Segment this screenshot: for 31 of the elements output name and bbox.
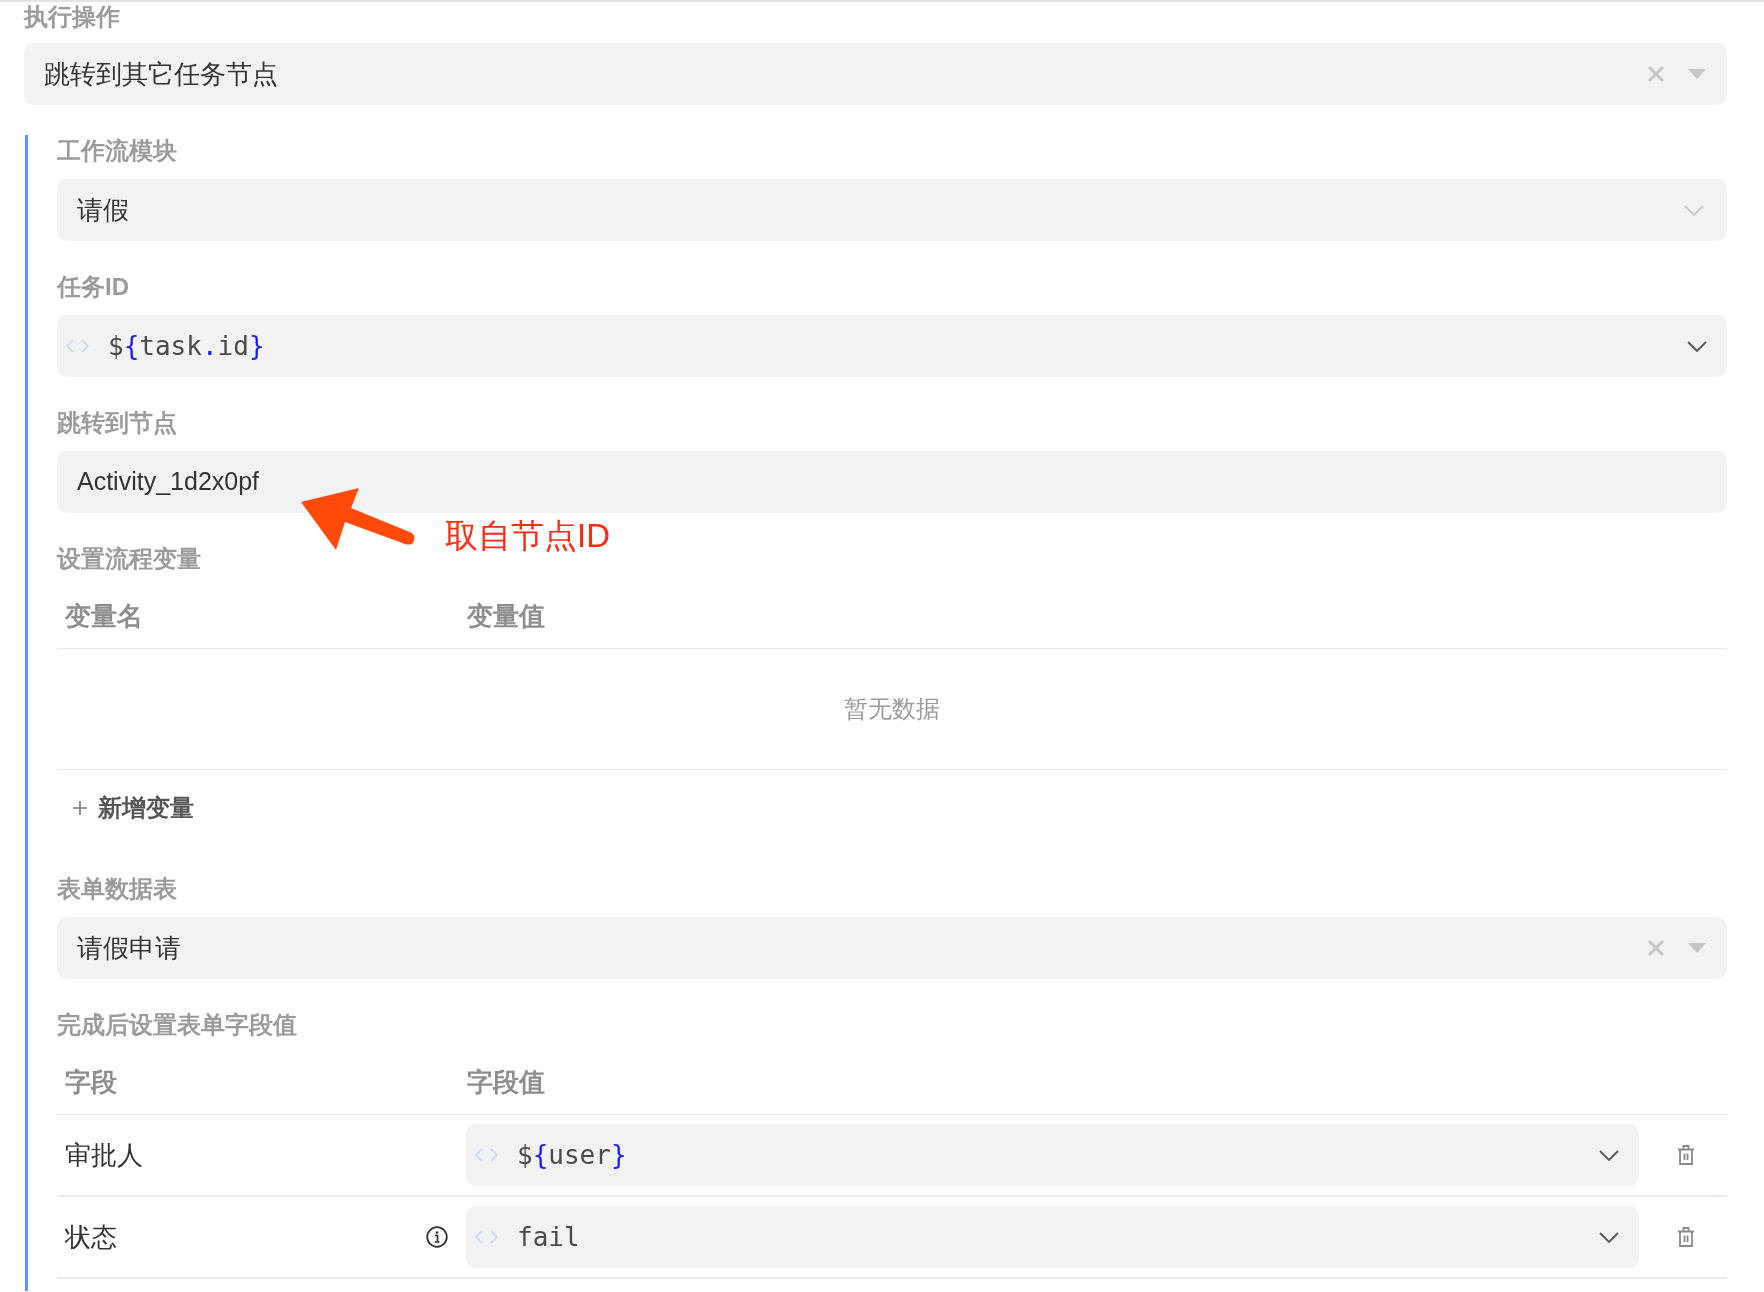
info-icon[interactable] xyxy=(426,1226,448,1248)
chevron-down-icon[interactable] xyxy=(1599,1149,1619,1161)
plus-icon xyxy=(73,801,87,815)
column-header: 字段 xyxy=(65,1066,117,1097)
trash-icon[interactable] xyxy=(1677,1145,1695,1165)
chevron-down-icon[interactable] xyxy=(1599,1231,1619,1243)
table-cell-text: 审批人 xyxy=(65,1138,143,1172)
table-cell-text: 状态 xyxy=(65,1220,117,1254)
code-icon xyxy=(474,1148,499,1162)
empty-text: 暂无数据 xyxy=(844,694,940,724)
chevron-down-icon[interactable] xyxy=(1687,340,1707,352)
field-label: 任务ID xyxy=(57,272,129,302)
field-label: 完成后设置表单字段值 xyxy=(57,1010,297,1040)
field-label: 工作流模块 xyxy=(57,136,177,166)
column-header: 变量名 xyxy=(65,600,143,631)
column-header: 字段值 xyxy=(467,1066,545,1097)
code-select-field[interactable]: ${user} xyxy=(466,1124,1639,1186)
field-label: 跳转到节点 xyxy=(57,408,177,438)
code-select-field[interactable]: fail xyxy=(466,1206,1639,1268)
field-label: 执行操作 xyxy=(24,2,120,32)
trash-icon[interactable] xyxy=(1677,1227,1695,1247)
annotation-text: 取自节点ID xyxy=(445,516,610,556)
text-input[interactable]: Activity_1d2x0pf xyxy=(57,451,1727,513)
column-header: 变量值 xyxy=(467,600,545,631)
add-variable-button[interactable]: 新增变量 xyxy=(57,785,202,831)
field-label: 设置流程变量 xyxy=(57,544,201,574)
code-select-field[interactable]: ${task.id} xyxy=(57,315,1727,377)
code-icon xyxy=(65,339,90,353)
code-icon xyxy=(474,1230,499,1244)
select-field[interactable]: 请假 xyxy=(57,179,1727,241)
field-label: 表单数据表 xyxy=(57,874,177,904)
